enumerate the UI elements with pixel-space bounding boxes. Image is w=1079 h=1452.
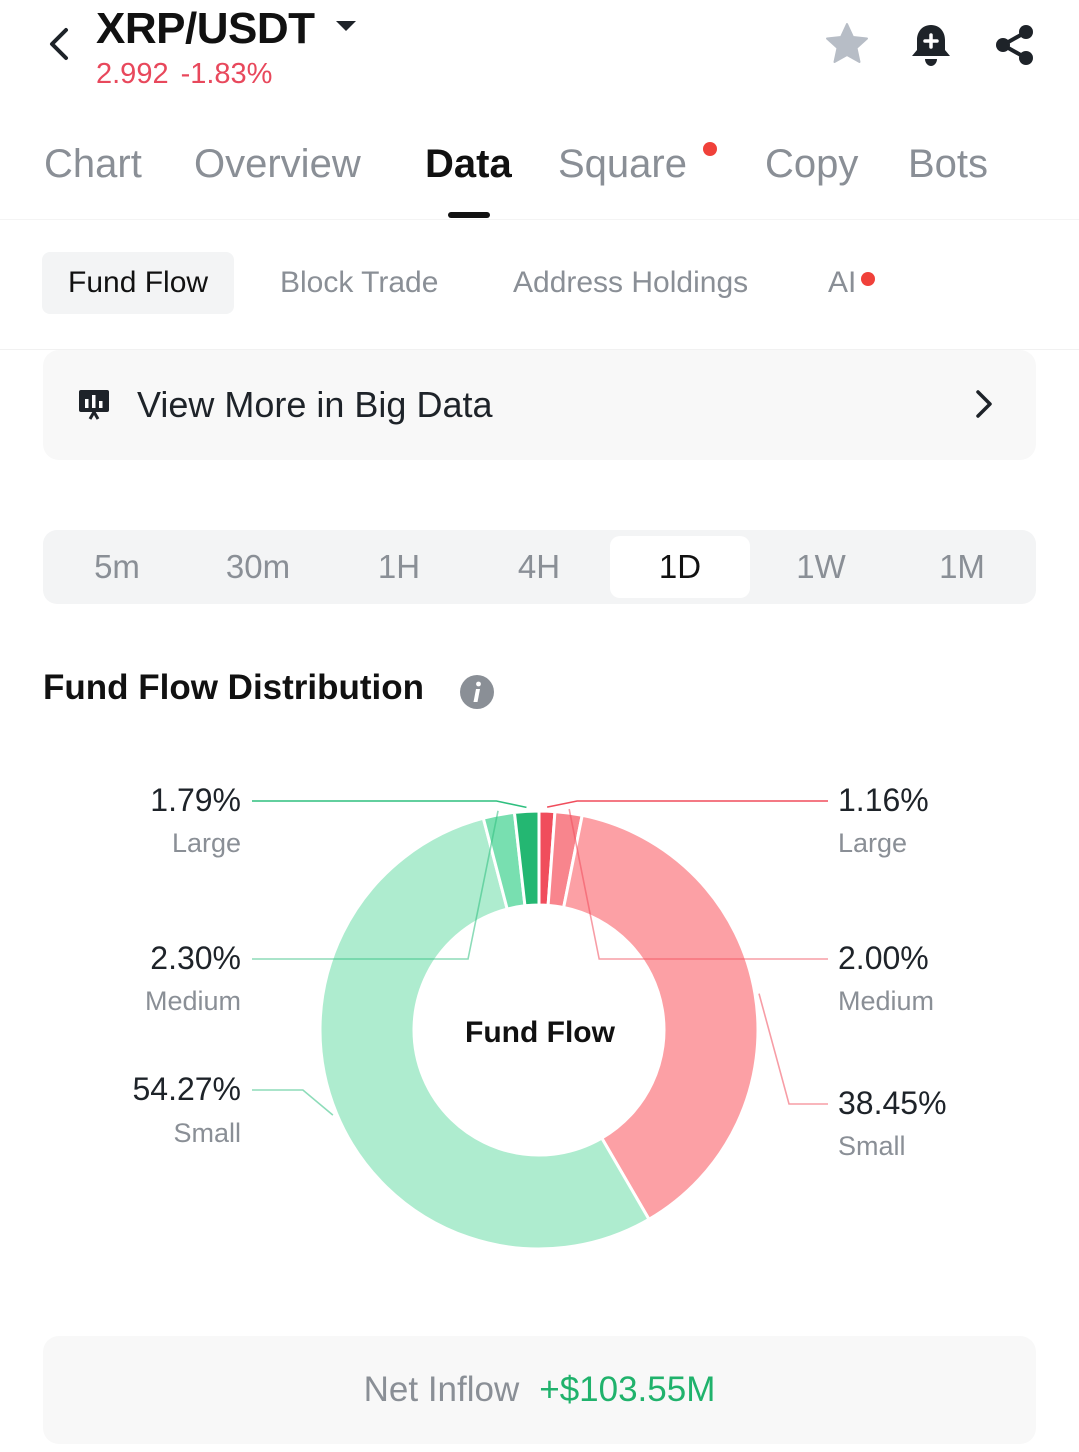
tab-square[interactable]: Square <box>558 142 687 187</box>
outflow-large-label: Large <box>838 828 908 858</box>
back-icon[interactable] <box>40 22 80 66</box>
subtab-block-trade[interactable]: Block Trade <box>280 252 438 314</box>
tab-copy[interactable]: Copy <box>765 142 858 187</box>
add-alert-bell-icon[interactable] <box>906 20 956 70</box>
leader-line-inflow-large <box>252 800 527 809</box>
last-price: 2.992 <box>96 58 169 90</box>
outflow-small-percent: 38.45% <box>838 1085 947 1121</box>
timeframe-1w[interactable]: 1W <box>751 536 891 598</box>
timeframe-4h[interactable]: 4H <box>469 536 609 598</box>
tab-chart[interactable]: Chart <box>44 142 142 187</box>
subtab-address-holdings[interactable]: Address Holdings <box>513 252 748 314</box>
pair-dropdown-icon[interactable] <box>334 16 358 36</box>
donut-center-label: Fund Flow <box>465 1016 615 1049</box>
net-inflow-value: +$103.55M <box>539 1370 716 1409</box>
leader-line-outflow-large <box>546 800 828 808</box>
timeframe-5m[interactable]: 5m <box>47 536 187 598</box>
outflow-large-percent: 1.16% <box>838 782 929 818</box>
timeframe-30m[interactable]: 30m <box>188 536 328 598</box>
sub-tabs: Fund Flow Block Trade Address Holdings A… <box>0 250 1079 350</box>
square-notification-dot <box>703 142 717 156</box>
inflow-large-label: Large <box>171 828 241 858</box>
view-big-data-banner[interactable]: View More in Big Data <box>43 350 1036 460</box>
chevron-right-icon <box>969 386 999 422</box>
main-tabs: Chart Overview Data Square Copy Bots <box>0 130 1079 220</box>
timeframe-1m[interactable]: 1M <box>892 536 1032 598</box>
header: XRP/USDT 2.992 -1.83% <box>0 0 1079 110</box>
inflow-large-percent: 1.79% <box>150 782 241 818</box>
timeframe-1h[interactable]: 1H <box>329 536 469 598</box>
leader-line-outflow-small <box>758 993 828 1105</box>
price-change: -1.83% <box>180 58 273 90</box>
timeframe-selector: 5m 30m 1H 4H 1D 1W 1M <box>43 530 1036 604</box>
active-tab-indicator <box>448 212 490 218</box>
subtab-fund-flow[interactable]: Fund Flow <box>42 252 235 314</box>
price-row: 2.992 -1.83% <box>96 58 272 91</box>
section-title: Fund Flow Distribution <box>43 668 425 707</box>
ai-notification-dot <box>861 272 875 286</box>
outflow-small-label: Small <box>838 1131 906 1161</box>
inflow-medium-label: Medium <box>144 986 241 1016</box>
share-icon[interactable] <box>990 20 1040 70</box>
view-big-data-label: View More in Big Data <box>137 384 493 425</box>
info-icon[interactable] <box>459 674 495 710</box>
subtab-ai[interactable]: AI <box>828 252 856 314</box>
fund-flow-donut-chart: Fund Flow 1.79% Large 2.30% Medium 54.27… <box>0 760 1079 1280</box>
net-inflow-label: Net Inflow <box>363 1370 520 1409</box>
tab-bots[interactable]: Bots <box>908 142 988 187</box>
inflow-small-percent: 54.27% <box>132 1071 241 1107</box>
inflow-small-label: Small <box>173 1118 241 1148</box>
tab-overview[interactable]: Overview <box>194 142 361 187</box>
tab-data[interactable]: Data <box>425 142 512 187</box>
star-icon[interactable] <box>822 20 872 70</box>
net-inflow-box: Net Inflow +$103.55M <box>43 1336 1036 1444</box>
outflow-medium-percent: 2.00% <box>838 940 929 976</box>
timeframe-1d[interactable]: 1D <box>610 536 750 598</box>
leader-line-inflow-small <box>252 1089 334 1116</box>
pair-title[interactable]: XRP/USDT <box>96 4 315 54</box>
outflow-medium-label: Medium <box>838 986 935 1016</box>
presentation-chart-icon <box>77 387 111 421</box>
inflow-medium-percent: 2.30% <box>150 940 241 976</box>
